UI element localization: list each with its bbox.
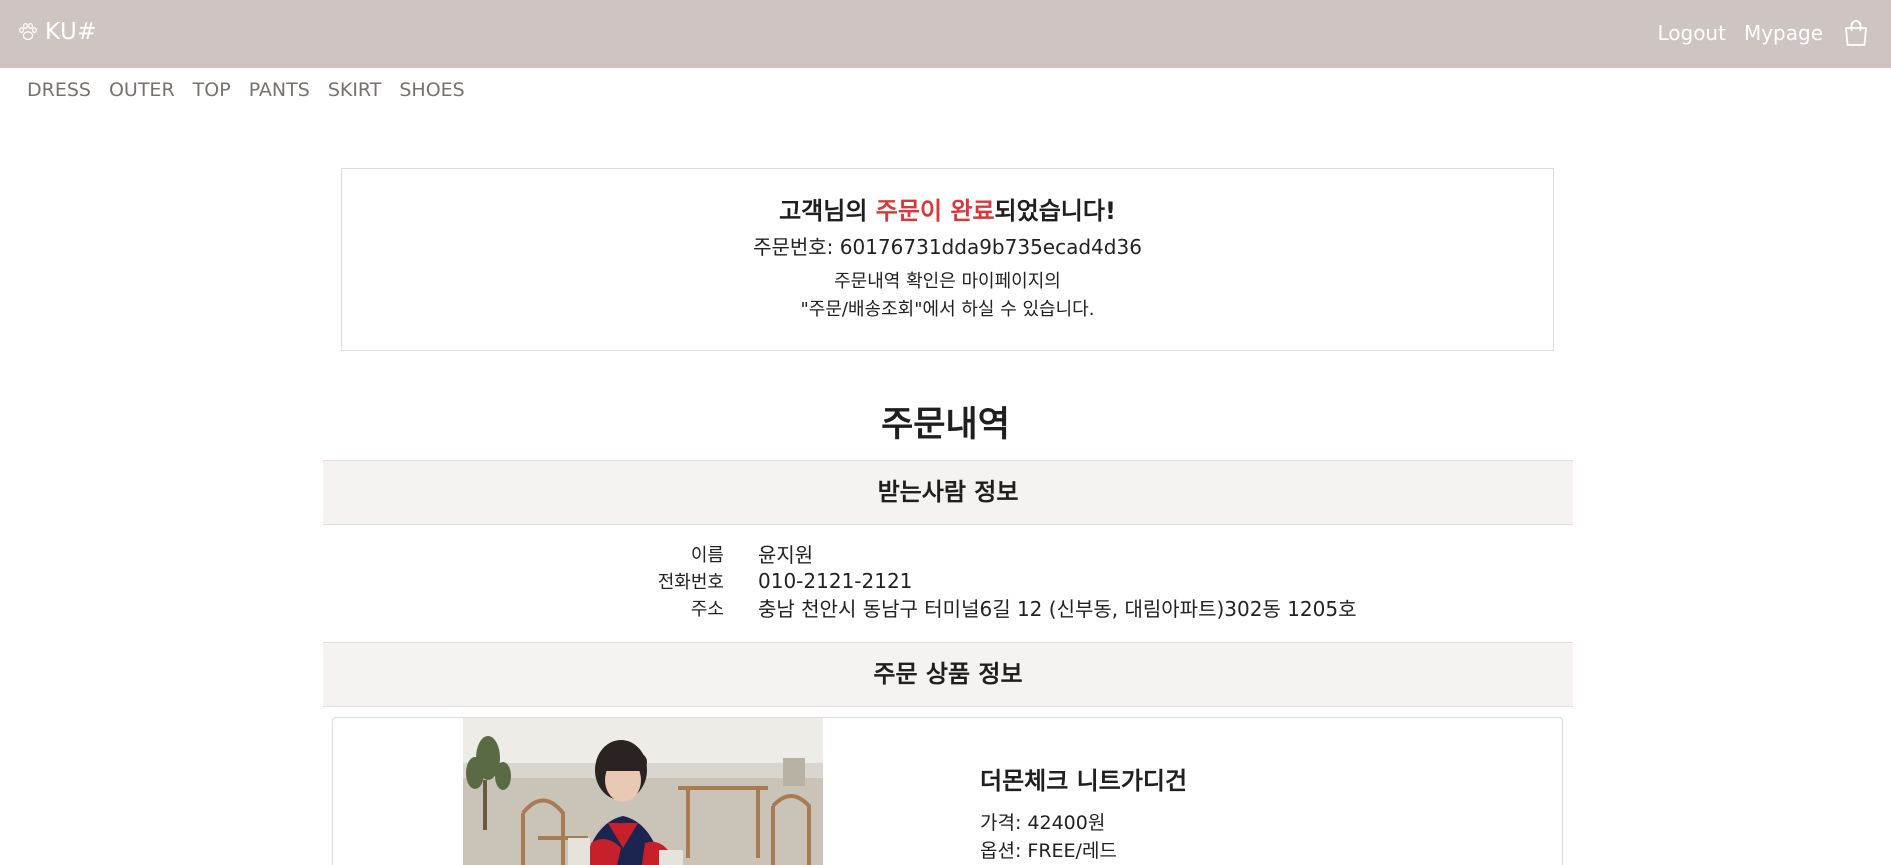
product-info-heading: 주문 상품 정보 (323, 642, 1573, 707)
mypage-link[interactable]: Mypage (1744, 21, 1823, 45)
category-nav: DRESS OUTER TOP PANTS SKIRT SHOES (18, 76, 474, 104)
title-highlight: 주문이 완료 (875, 197, 995, 225)
order-complete-box: 고객님의 주문이 완료되었습니다! 주문번호: 60176731dda9b735… (341, 168, 1554, 351)
phone-label: 전화번호 (657, 571, 724, 593)
recipient-info: 이름 윤지원 전화번호 010-2121-2121 주소 충남 천안시 동남구 … (600, 540, 1500, 621)
phone-value: 010-2121-2121 (758, 568, 913, 593)
address-value: 충남 천안시 동남구 터미널6길 12 (신부동, 대림아파트)302동 120… (758, 597, 1357, 621)
order-complete-title: 고객님의 주문이 완료되었습니다! (342, 191, 1553, 226)
category-dress[interactable]: DRESS (18, 76, 100, 104)
category-skirt[interactable]: SKIRT (319, 76, 391, 104)
category-pants[interactable]: PANTS (240, 76, 319, 104)
product-card: 더몬체크 니트가디건 가격: 42400원 옵션: FREE/레드 (332, 717, 1563, 865)
product-price: 가격: 42400원 (980, 812, 1106, 834)
brand-name: KU# (45, 19, 98, 45)
recipient-address-row: 주소 충남 천안시 동남구 터미널6길 12 (신부동, 대림아파트)302동 … (600, 594, 1500, 621)
name-value: 윤지원 (758, 543, 814, 567)
user-nav: Logout Mypage (1657, 16, 1871, 50)
product-photo (463, 718, 823, 865)
logout-link[interactable]: Logout (1657, 21, 1725, 45)
title-suffix: 되었습니다! (994, 197, 1116, 225)
product-option: 옵션: FREE/레드 (980, 840, 1117, 862)
note-line-1: 주문내역 확인은 마이페이지의 (834, 271, 1061, 292)
top-navbar: KU# Logout Mypage (0, 0, 1891, 68)
paw-icon (19, 23, 37, 41)
recipient-name-row: 이름 윤지원 (600, 540, 1500, 567)
category-outer[interactable]: OUTER (100, 76, 184, 104)
note-line-2: "주문/배송조회"에서 하실 수 있습니다. (800, 299, 1095, 320)
address-label: 주소 (690, 598, 724, 620)
shopping-bag-icon[interactable] (1841, 18, 1871, 48)
name-label: 이름 (690, 544, 724, 566)
order-details-title: 주문내역 (881, 405, 1010, 445)
category-shoes[interactable]: SHOES (390, 76, 473, 104)
order-number: 주문번호: 60176731dda9b735ecad4d36 (753, 235, 1142, 259)
title-prefix: 고객님의 (779, 197, 876, 225)
mypage-note: 주문내역 확인은 마이페이지의 "주문/배송조회"에서 하실 수 있습니다. (342, 268, 1553, 324)
product-image[interactable] (463, 718, 823, 865)
recipient-info-heading: 받는사람 정보 (323, 460, 1573, 525)
product-name[interactable]: 더몬체크 니트가디건 (980, 761, 1187, 796)
brand-logo-link[interactable]: KU# (17, 17, 97, 47)
category-top[interactable]: TOP (184, 76, 240, 104)
recipient-phone-row: 전화번호 010-2121-2121 (600, 567, 1500, 594)
